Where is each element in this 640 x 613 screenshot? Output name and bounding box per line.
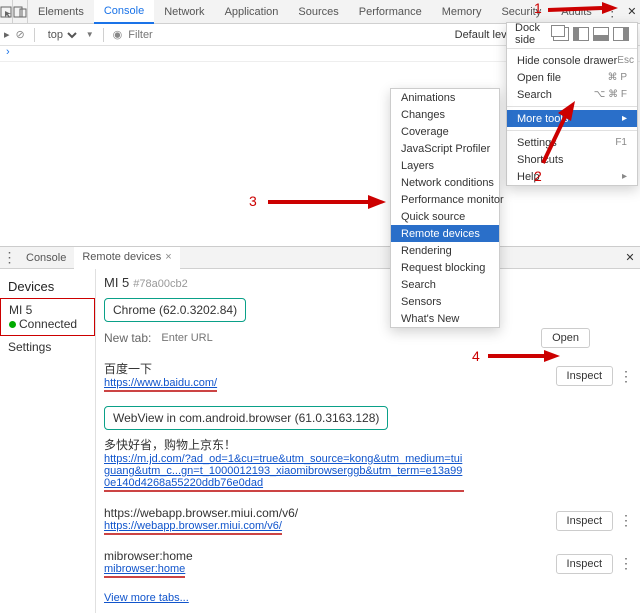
kebab-menu-icon[interactable]: ⋮ (0, 247, 18, 268)
eye-icon[interactable]: ◉ (113, 28, 123, 41)
page-entry: 多快好省，购物上京东！https://m.jd.com/?ad_od=1&cu=… (104, 436, 632, 492)
submenu-item[interactable]: JavaScript Profiler (391, 140, 499, 157)
entry-title: 多快好省，购物上京东！ (104, 436, 632, 453)
clear-console-icon[interactable]: ⊘ (16, 28, 25, 41)
chrome-version-pill: Chrome (62.0.3202.84) (104, 298, 246, 322)
dock-bottom-icon[interactable] (593, 27, 609, 41)
tab-elements[interactable]: Elements (28, 0, 94, 23)
menu-item[interactable]: More tools▸ (507, 110, 637, 127)
submenu-item[interactable]: Rendering (391, 242, 499, 259)
dock-undock-icon[interactable] (553, 27, 569, 41)
devices-sidebar: Devices MI 5 Connected Settings (0, 269, 96, 613)
dock-left-icon[interactable] (573, 27, 589, 41)
device-title: MI 5#78a00cb2 (104, 275, 632, 290)
tab-sources[interactable]: Sources (288, 0, 348, 23)
page-entry: 百度一下https://www.baidu.com/Inspect ⋮ (104, 360, 632, 392)
inspect-button[interactable]: Inspect (556, 511, 613, 531)
devtools-tabbar: ElementsConsoleNetworkApplicationSources… (0, 0, 640, 24)
tab-remote-devices[interactable]: Remote devices× (74, 247, 179, 269)
tab-performance[interactable]: Performance (349, 0, 432, 23)
menu-item[interactable]: Search⌥ ⌘ F (507, 86, 637, 103)
submenu-item[interactable]: Layers (391, 157, 499, 174)
submenu-item[interactable]: Animations (391, 89, 499, 106)
view-more-link[interactable]: View more tabs... (104, 592, 189, 604)
open-button[interactable]: Open (541, 328, 590, 348)
menu-item[interactable]: Shortcuts (507, 151, 637, 168)
device-content: MI 5#78a00cb2 Chrome (62.0.3202.84) New … (96, 269, 640, 613)
kebab-menu-icon[interactable]: ⋮ (619, 372, 632, 380)
entry-title: https://webapp.browser.miui.com/v6/ (104, 506, 556, 520)
new-tab-label: New tab: (104, 331, 151, 345)
status-dot-icon (9, 321, 16, 328)
kebab-menu-icon[interactable]: ⋮ (602, 1, 622, 23)
kebab-menu-icon[interactable]: ⋮ (619, 559, 632, 567)
entry-url[interactable]: mibrowser:home (104, 563, 185, 578)
close-icon[interactable]: ✕ (622, 1, 640, 23)
tab-console[interactable]: Console (94, 0, 154, 24)
submenu-item[interactable]: Quick source (391, 208, 499, 225)
kebab-menu-icon[interactable]: ⋮ (619, 516, 632, 524)
menu-item[interactable]: Help▸ (507, 168, 637, 185)
submenu-item[interactable]: Coverage (391, 123, 499, 140)
annotation-4: 4 (472, 348, 480, 364)
close-tab-icon[interactable]: × (165, 251, 171, 263)
more-tools-submenu: AnimationsChangesCoverageJavaScript Prof… (390, 88, 500, 328)
sidebar-item-settings[interactable]: Settings (0, 336, 95, 358)
tab-security[interactable]: Security (491, 0, 551, 23)
dock-side-row: Dock side (507, 23, 637, 45)
submenu-item[interactable]: Request blocking (391, 259, 499, 276)
submenu-item[interactable]: Remote devices (391, 225, 499, 242)
tab-audits[interactable]: Audits (551, 0, 602, 23)
inspect-element-icon[interactable] (0, 0, 13, 23)
menu-item[interactable]: Hide console drawerEsc (507, 52, 637, 69)
annotation-2: 2 (534, 168, 542, 184)
tab-application[interactable]: Application (215, 0, 289, 23)
submenu-item[interactable]: Changes (391, 106, 499, 123)
play-icon[interactable]: ▸ (4, 28, 10, 41)
submenu-item[interactable]: Network conditions (391, 174, 499, 191)
close-drawer-icon[interactable]: ✕ (620, 247, 640, 268)
entry-title: mibrowser:home (104, 549, 556, 563)
inspect-button[interactable]: Inspect (556, 554, 613, 574)
menu-item[interactable]: Open file⌘ P (507, 69, 637, 86)
tab-network[interactable]: Network (154, 0, 214, 23)
webview-pill: WebView in com.android.browser (61.0.316… (104, 406, 388, 430)
submenu-item[interactable]: Performance monitor (391, 191, 499, 208)
entry-url[interactable]: https://webapp.browser.miui.com/v6/ (104, 520, 282, 535)
menu-item[interactable]: SettingsF1 (507, 134, 637, 151)
main-menu-dropdown: Dock side Hide console drawerEscOpen fil… (506, 22, 638, 186)
annotation-1: 1 (534, 0, 542, 16)
submenu-item[interactable]: Sensors (391, 293, 499, 310)
sidebar-item-device[interactable]: MI 5 Connected (0, 298, 95, 336)
dock-right-icon[interactable] (613, 27, 629, 41)
context-selector[interactable]: top (44, 28, 80, 42)
tab-console[interactable]: Console (18, 247, 74, 268)
drawer-pane: ⋮ Console Remote devices× ✕ Devices MI 5… (0, 246, 640, 613)
devtools-tabs: ElementsConsoleNetworkApplicationSources… (28, 0, 602, 23)
page-entry: mibrowser:homemibrowser:homeInspect⋮ (104, 549, 632, 578)
chevron-down-icon: ▼ (86, 30, 94, 39)
entry-title: 百度一下 (104, 360, 556, 377)
page-entry: https://webapp.browser.miui.com/v6/https… (104, 506, 632, 535)
submenu-item[interactable]: What's New (391, 310, 499, 327)
dock-side-label: Dock side (515, 22, 549, 46)
new-tab-url-input[interactable] (161, 332, 251, 344)
drawer-tabbar: ⋮ Console Remote devices× ✕ (0, 247, 640, 269)
new-tab-row: New tab: Open (104, 328, 632, 348)
entry-url[interactable]: https://www.baidu.com/ (104, 377, 217, 392)
inspect-button[interactable]: Inspect (556, 366, 613, 386)
submenu-item[interactable]: Search (391, 276, 499, 293)
annotation-3: 3 (249, 193, 257, 209)
devices-header: Devices (0, 275, 95, 298)
tab-memory[interactable]: Memory (432, 0, 492, 23)
filter-input[interactable] (128, 29, 218, 41)
device-toolbar-icon[interactable] (13, 0, 28, 23)
entry-url[interactable]: https://m.jd.com/?ad_od=1&cu=true&utm_so… (104, 453, 464, 492)
